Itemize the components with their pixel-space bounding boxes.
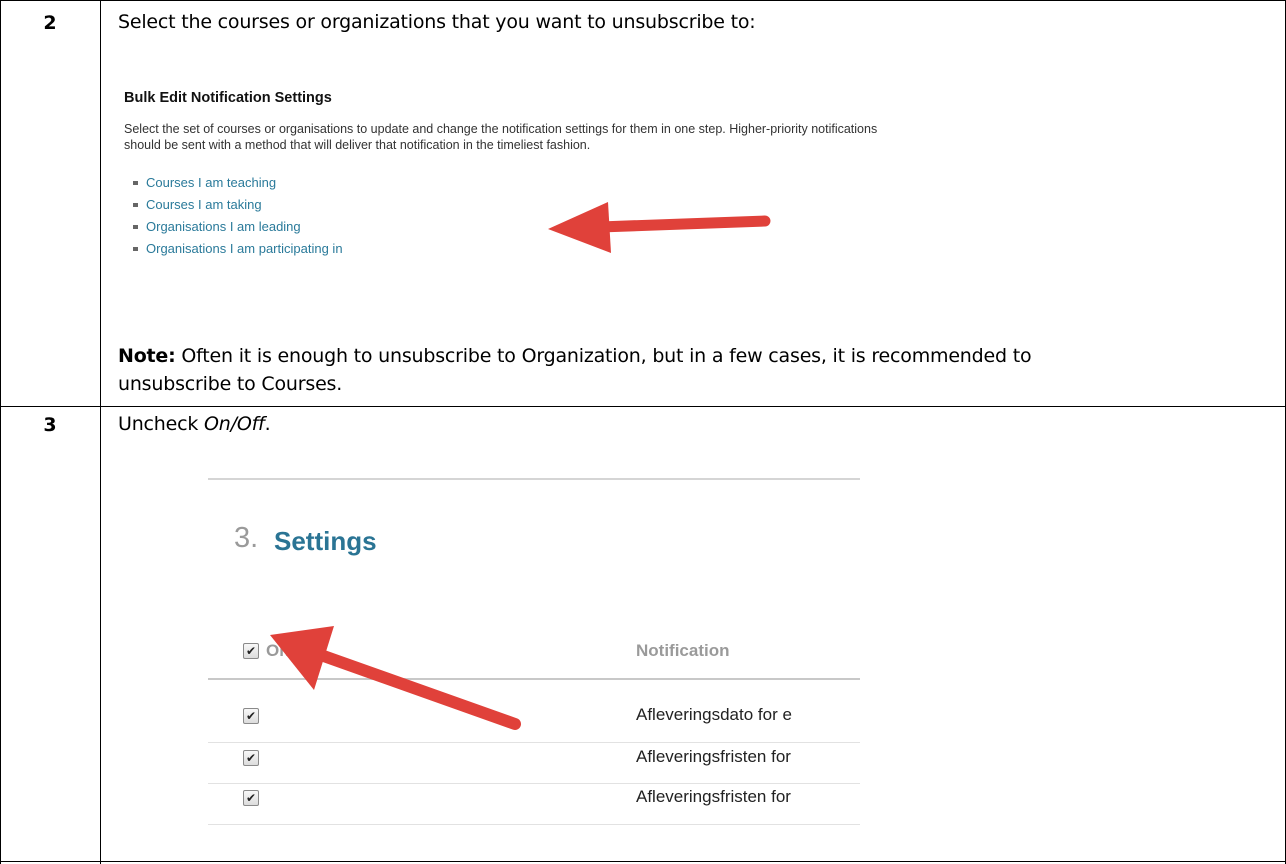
- pointer-arrow-icon: [270, 626, 521, 730]
- instruction-table: 2 Select the courses or organizations th…: [0, 0, 1286, 864]
